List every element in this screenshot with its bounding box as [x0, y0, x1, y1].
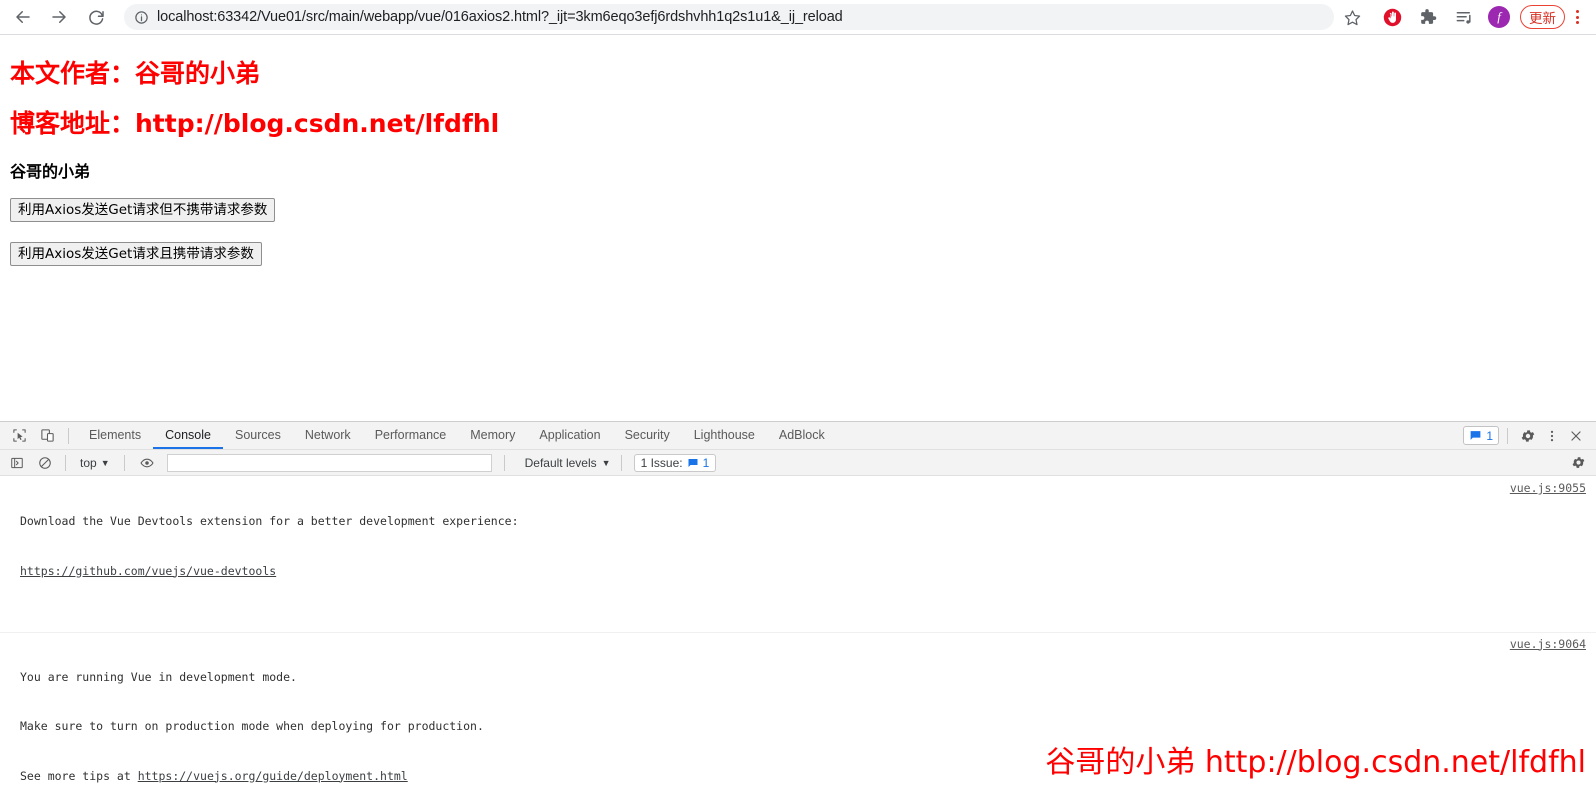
- axios-get-without-params-button[interactable]: 利用Axios发送Get请求但不携带请求参数: [10, 198, 276, 222]
- console-issues-button[interactable]: 1 Issue: 1: [633, 453, 717, 472]
- console-message-line: See more tips at https://vuejs.org/guide…: [20, 768, 408, 783]
- tab-application[interactable]: Application: [527, 422, 612, 449]
- tab-lighthouse[interactable]: Lighthouse: [682, 422, 767, 449]
- console-message-line: You are running Vue in development mode.: [20, 669, 297, 684]
- reload-icon[interactable]: [82, 2, 112, 32]
- device-toolbar-icon[interactable]: [34, 423, 60, 449]
- issues-badge-count: 1: [1486, 428, 1493, 443]
- divider: [503, 454, 505, 471]
- url-text: localhost:63342/Vue01/src/main/webapp/vu…: [157, 9, 843, 25]
- execution-context-selector[interactable]: top ▼: [74, 456, 116, 470]
- tab-elements[interactable]: Elements: [77, 422, 153, 449]
- divider: [1507, 427, 1508, 444]
- back-icon[interactable]: [8, 2, 38, 32]
- console-message[interactable]: Download the Vue Devtools extension for …: [0, 477, 1596, 633]
- issues-badge[interactable]: 1: [1463, 426, 1499, 445]
- adblock-icon[interactable]: [1378, 3, 1406, 31]
- tab-adblock[interactable]: AdBlock: [767, 422, 837, 449]
- execution-context-value: top: [80, 455, 97, 470]
- avatar[interactable]: f: [1488, 6, 1510, 28]
- bookmark-star-icon[interactable]: [1338, 3, 1366, 31]
- console-message-link[interactable]: https://vuejs.org/guide/deployment.html: [138, 769, 408, 783]
- live-expression-eye-icon[interactable]: [135, 451, 159, 475]
- axios-get-with-params-button[interactable]: 利用Axios发送Get请求且携带请求参数: [10, 242, 262, 266]
- gear-icon[interactable]: [1516, 424, 1540, 448]
- page-title: 本文作者：谷哥的小弟: [10, 59, 261, 88]
- vue-name-output: 谷哥的小弟: [10, 162, 91, 181]
- tab-security[interactable]: Security: [613, 422, 682, 449]
- more-options-icon[interactable]: [1540, 424, 1564, 448]
- extensions-puzzle-icon[interactable]: [1414, 3, 1442, 31]
- chevron-down-icon: ▼: [601, 457, 611, 468]
- tab-network[interactable]: Network: [293, 422, 363, 449]
- site-info-icon[interactable]: [128, 4, 154, 30]
- tab-sources[interactable]: Sources: [223, 422, 293, 449]
- issue-message-icon: [688, 458, 698, 467]
- inspect-element-icon[interactable]: [6, 423, 32, 449]
- blog-address-heading: 博客地址：http://blog.csdn.net/lfdfhl: [10, 109, 500, 138]
- divider: [620, 454, 622, 471]
- tab-memory[interactable]: Memory: [458, 422, 527, 449]
- chevron-down-icon: ▼: [100, 457, 110, 468]
- devtools-panel: Elements Console Sources Network Perform…: [0, 421, 1596, 790]
- chrome-menu-icon[interactable]: [1567, 4, 1587, 30]
- close-icon[interactable]: [1564, 424, 1588, 448]
- divider: [68, 427, 69, 444]
- divider: [123, 454, 125, 471]
- address-bar[interactable]: localhost:63342/Vue01/src/main/webapp/vu…: [124, 4, 1334, 30]
- clear-console-icon[interactable]: [33, 451, 57, 475]
- forward-icon[interactable]: [44, 2, 74, 32]
- console-log-levels-dropdown[interactable]: Default levels ▼: [525, 456, 611, 470]
- console-message-line: Make sure to turn on production mode whe…: [20, 719, 484, 733]
- tab-performance[interactable]: Performance: [363, 422, 459, 449]
- issue-message-icon: [1470, 431, 1481, 440]
- devtools-tabbar: Elements Console Sources Network Perform…: [0, 422, 1596, 450]
- console-settings-gear-icon[interactable]: [1566, 451, 1590, 475]
- console-filter-input[interactable]: [166, 453, 492, 472]
- console-toolbar: top ▼ Default levels ▼ 1 Issue: 1: [0, 450, 1596, 476]
- console-message-source[interactable]: vue.js:9055: [1510, 480, 1586, 497]
- browser-toolbar: localhost:63342/Vue01/src/main/webapp/vu…: [0, 0, 1596, 35]
- reading-list-icon[interactable]: [1450, 3, 1478, 31]
- console-log-levels-value: Default levels: [524, 455, 597, 470]
- console-message-line: Download the Vue Devtools extension for …: [20, 514, 519, 528]
- devtools-tabbar-actions: 1: [1463, 424, 1596, 448]
- console-sidebar-icon[interactable]: [5, 451, 29, 475]
- page-viewport: 本文作者：谷哥的小弟 博客地址：http://blog.csdn.net/lfd…: [0, 36, 1596, 421]
- console-message-source[interactable]: vue.js:9064: [1510, 636, 1586, 653]
- console-message-link[interactable]: https://github.com/vuejs/vue-devtools: [20, 563, 1596, 580]
- tab-console[interactable]: Console: [153, 422, 223, 449]
- divider: [65, 454, 66, 471]
- console-issues-count: 1: [702, 455, 710, 470]
- update-button[interactable]: 更新: [1520, 5, 1565, 29]
- console-message[interactable]: You are running Vue in development mode.…: [0, 633, 1596, 790]
- console-message-list[interactable]: Download the Vue Devtools extension for …: [0, 477, 1596, 790]
- console-issues-label: 1 Issue:: [640, 455, 683, 470]
